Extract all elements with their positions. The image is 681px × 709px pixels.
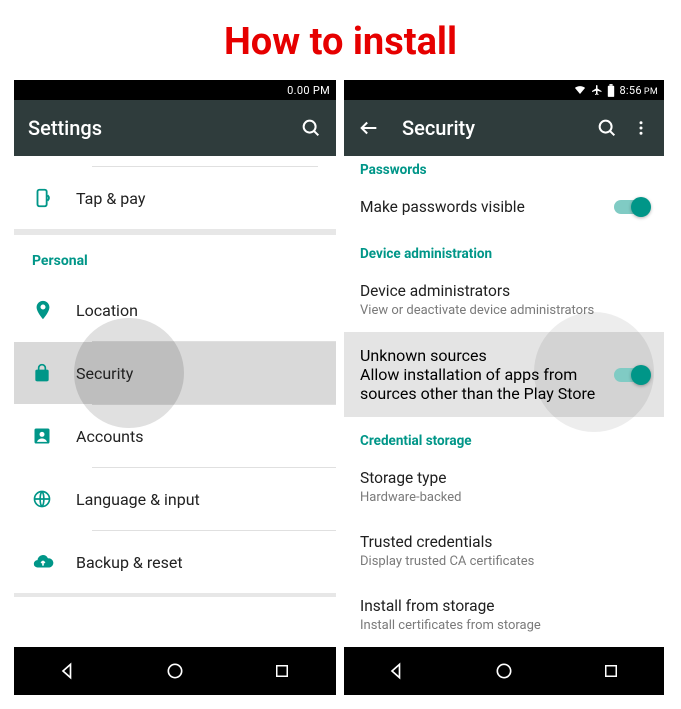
row-location[interactable]: Location xyxy=(14,279,336,341)
row-language[interactable]: Language & input xyxy=(14,468,336,530)
row-security[interactable]: Security xyxy=(14,342,336,404)
wifi-icon xyxy=(573,84,587,96)
nav-recent-icon[interactable] xyxy=(271,660,293,682)
section-personal: Personal xyxy=(14,235,336,279)
item-title: Trusted credentials xyxy=(360,533,648,551)
search-icon[interactable] xyxy=(596,117,618,139)
row-tap-and-pay[interactable]: Tap & pay xyxy=(14,167,336,229)
item-subtitle: Hardware-backed xyxy=(360,490,648,505)
phone-right: 8:56PM Security Passwords Make passwords… xyxy=(344,80,664,695)
backup-icon xyxy=(32,551,76,573)
page-title: How to install xyxy=(0,0,681,80)
battery-icon xyxy=(607,84,615,97)
row-storage-type[interactable]: Storage type Hardware-backed xyxy=(344,455,664,519)
item-title: Device administrators xyxy=(360,282,648,300)
overflow-menu-icon[interactable] xyxy=(632,117,650,139)
nav-back-icon[interactable] xyxy=(57,660,79,682)
back-arrow-icon[interactable] xyxy=(358,117,380,139)
location-icon xyxy=(32,299,76,321)
row-label: Tap & pay xyxy=(76,189,145,208)
section-passwords: Passwords xyxy=(344,156,664,184)
status-time-left: 0.00 PM xyxy=(287,84,330,97)
item-title: Make passwords visible xyxy=(360,198,604,216)
appbar-security: Security xyxy=(344,100,664,156)
item-title: Storage type xyxy=(360,469,648,487)
nav-home-icon[interactable] xyxy=(164,660,186,682)
section-divider xyxy=(14,593,336,597)
toggle-switch[interactable] xyxy=(614,200,648,214)
status-time: 8:56PM xyxy=(619,84,658,97)
item-title: Install from storage xyxy=(360,597,648,615)
section-device-admin: Device administration xyxy=(344,230,664,268)
search-icon[interactable] xyxy=(300,117,322,139)
item-title: Unknown sources xyxy=(360,346,604,365)
status-bar-left: 0.00 PM xyxy=(14,80,336,100)
appbar-settings: Settings xyxy=(14,100,336,156)
status-bar-right: 8:56PM xyxy=(344,80,664,100)
nav-recent-icon[interactable] xyxy=(600,660,622,682)
nav-bar-left xyxy=(14,647,336,695)
phone-left: 0.00 PM Settings Tap & pay Personal xyxy=(14,80,336,695)
item-subtitle: Install certificates from storage xyxy=(360,618,648,633)
nav-home-icon[interactable] xyxy=(493,660,515,682)
lock-icon xyxy=(32,363,76,383)
tap-and-pay-icon xyxy=(32,187,76,209)
row-label: Language & input xyxy=(76,490,200,509)
toggle-switch[interactable] xyxy=(614,368,648,382)
item-subtitle: Display trusted CA certificates xyxy=(360,554,648,569)
row-unknown-sources[interactable]: Unknown sources Allow installation of ap… xyxy=(344,332,664,417)
row-label: Security xyxy=(76,364,133,383)
item-subtitle: Allow installation of apps from sources … xyxy=(360,365,604,403)
row-accounts[interactable]: Accounts xyxy=(14,405,336,467)
account-icon xyxy=(32,426,76,446)
row-label: Location xyxy=(76,301,138,320)
globe-icon xyxy=(32,489,76,509)
row-label: Backup & reset xyxy=(76,553,183,572)
row-backup[interactable]: Backup & reset xyxy=(14,531,336,593)
appbar-title-left: Settings xyxy=(28,116,286,140)
airplane-icon xyxy=(591,84,603,96)
appbar-title-right: Security xyxy=(402,116,582,140)
row-label: Accounts xyxy=(76,427,143,446)
nav-bar-right xyxy=(344,647,664,695)
row-install-from-storage[interactable]: Install from storage Install certificate… xyxy=(344,583,664,647)
row-trusted-credentials[interactable]: Trusted credentials Display trusted CA c… xyxy=(344,519,664,583)
nav-back-icon[interactable] xyxy=(386,660,408,682)
row-make-passwords-visible[interactable]: Make passwords visible xyxy=(344,184,664,230)
